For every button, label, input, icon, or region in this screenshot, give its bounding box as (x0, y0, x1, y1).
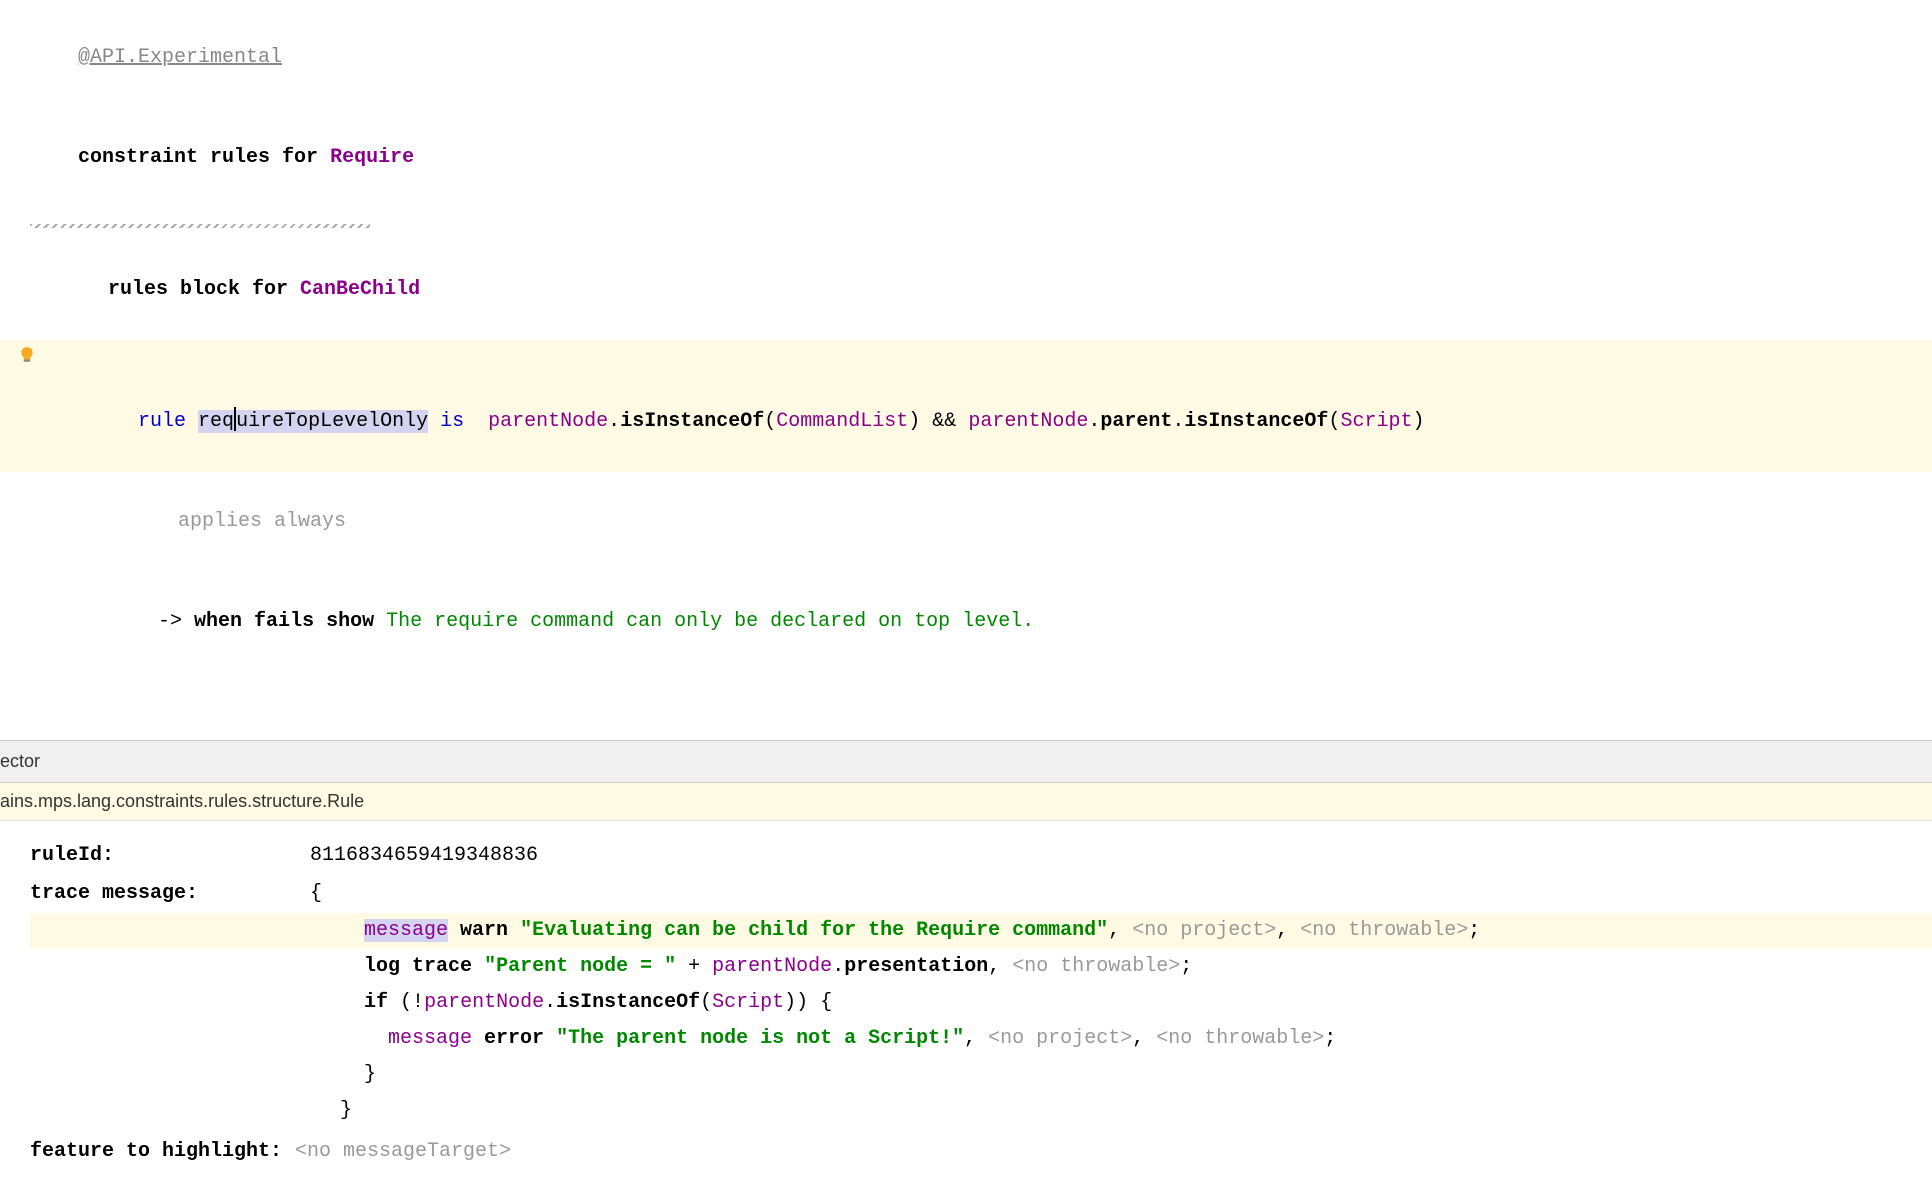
if-brace-open: { (820, 991, 832, 1014)
if-brace-close: } (364, 1063, 376, 1086)
constraint-keyword: constraint rules for (78, 146, 330, 169)
command-list-type: CommandList (776, 410, 908, 433)
rule-id-value: 8116834659419348836 (310, 840, 1932, 872)
rule-id-label: ruleId: (30, 840, 310, 872)
trace-message-row[interactable]: trace message: { (30, 875, 1932, 913)
rule-name-pre: req (198, 410, 234, 433)
trace-line-5[interactable]: } (30, 1057, 1932, 1093)
rules-block-keyword: rules block for (108, 278, 300, 301)
breadcrumb-path: ains.mps.lang.constraints.rules.structur… (0, 791, 364, 811)
trace-brace-open: { (310, 878, 1932, 910)
rule-id-row[interactable]: ruleId: 8116834659419348836 (30, 837, 1932, 875)
arrow: -> (158, 610, 182, 633)
lightbulb-icon[interactable] (18, 346, 36, 364)
log-keyword: log (364, 955, 400, 978)
feature-highlight-label: feature to highlight: (30, 1136, 295, 1168)
error-message-text: The require command can only be declared… (386, 610, 1034, 633)
inspector-body[interactable]: ruleId: 8116834659419348836 trace messag… (0, 821, 1932, 1187)
breadcrumb-bar[interactable]: ains.mps.lang.constraints.rules.structur… (0, 783, 1932, 821)
parent-node-ref2: parentNode (968, 410, 1088, 433)
trace-message-label: trace message: (30, 878, 310, 910)
trace-keyword: trace (412, 955, 472, 978)
no-throwable-1: <no throwable> (1300, 919, 1468, 942)
warn-keyword: warn (460, 919, 508, 942)
parent-node-ref4: parentNode (424, 991, 544, 1014)
message-keyword: message (364, 919, 448, 942)
parent-node-ref3: parentNode (712, 955, 832, 978)
when-fails-line[interactable]: -> when fails show The require command c… (0, 572, 1932, 672)
trace-line-1[interactable]: message warn "Evaluating can be child fo… (30, 913, 1932, 949)
plus-op: + (688, 955, 700, 978)
trace-brace-close: } (340, 1099, 352, 1122)
inspector-title: ector (0, 751, 40, 771)
script-type: Script (1340, 410, 1412, 433)
code-editor[interactable]: @API.Experimental constraint rules for R… (0, 0, 1932, 680)
is-keyword: is (440, 410, 464, 433)
is-instance-of-method: isInstanceOf (620, 410, 764, 433)
inspector-panel-header[interactable]: ector (0, 740, 1932, 783)
editor-separator (0, 680, 1932, 740)
feature-highlight-value: <no messageTarget> (295, 1136, 1932, 1168)
message-keyword2: message (388, 1027, 472, 1050)
wavy-underline (30, 224, 370, 228)
trace-brace-close-line[interactable]: } (30, 1093, 1932, 1129)
no-throwable-3: <no throwable> (1156, 1027, 1324, 1050)
api-annotation: @API.Experimental (78, 46, 282, 69)
presentation-prop: presentation (844, 955, 988, 978)
bang-op: ! (412, 991, 424, 1014)
parent-node-ref: parentNode (488, 410, 608, 433)
rule-name-selection[interactable]: requireTopLevelOnly (198, 410, 428, 433)
error-keyword: error (484, 1027, 544, 1050)
applies-hint: applies always (178, 510, 346, 533)
no-project-1: <no project> (1132, 919, 1276, 942)
trace-string: "Parent node = " (484, 955, 676, 978)
rule-keyword: rule (138, 410, 186, 433)
if-keyword: if (364, 991, 388, 1014)
parent-property: parent (1100, 410, 1172, 433)
is-instance-of-method2: isInstanceOf (1184, 410, 1328, 433)
annotation-line[interactable]: @API.Experimental (0, 8, 1932, 108)
applies-hint-line[interactable]: applies always (0, 472, 1932, 572)
error-string: "The parent node is not a Script!" (556, 1027, 964, 1050)
trace-line-2[interactable]: log trace "Parent node = " + parentNode.… (30, 949, 1932, 985)
script-type2: Script (712, 991, 784, 1014)
rule-name-post: uireTopLevelOnly (236, 410, 428, 433)
feature-highlight-row[interactable]: feature to highlight: <no messageTarget> (30, 1133, 1932, 1171)
when-fails-keyword: when fails show (194, 610, 374, 633)
trace-line-4[interactable]: message error "The parent node is not a … (30, 1021, 1932, 1057)
warn-string: "Evaluating can be child for the Require… (520, 919, 1108, 942)
rules-block-type: CanBeChild (300, 278, 420, 301)
constraint-rules-line[interactable]: constraint rules for Require (0, 108, 1932, 208)
trace-line-3[interactable]: if (!parentNode.isInstanceOf(Script)) { (30, 985, 1932, 1021)
no-project-2: <no project> (988, 1027, 1132, 1050)
rule-definition-line[interactable]: rule requireTopLevelOnly is parentNode.i… (0, 340, 1932, 472)
rules-block-line[interactable]: rules block for CanBeChild (0, 240, 1932, 340)
and-operator: && (932, 410, 956, 433)
is-instance-of-method3: isInstanceOf (556, 991, 700, 1014)
no-throwable-2: <no throwable> (1012, 955, 1180, 978)
constraint-type: Require (330, 146, 414, 169)
